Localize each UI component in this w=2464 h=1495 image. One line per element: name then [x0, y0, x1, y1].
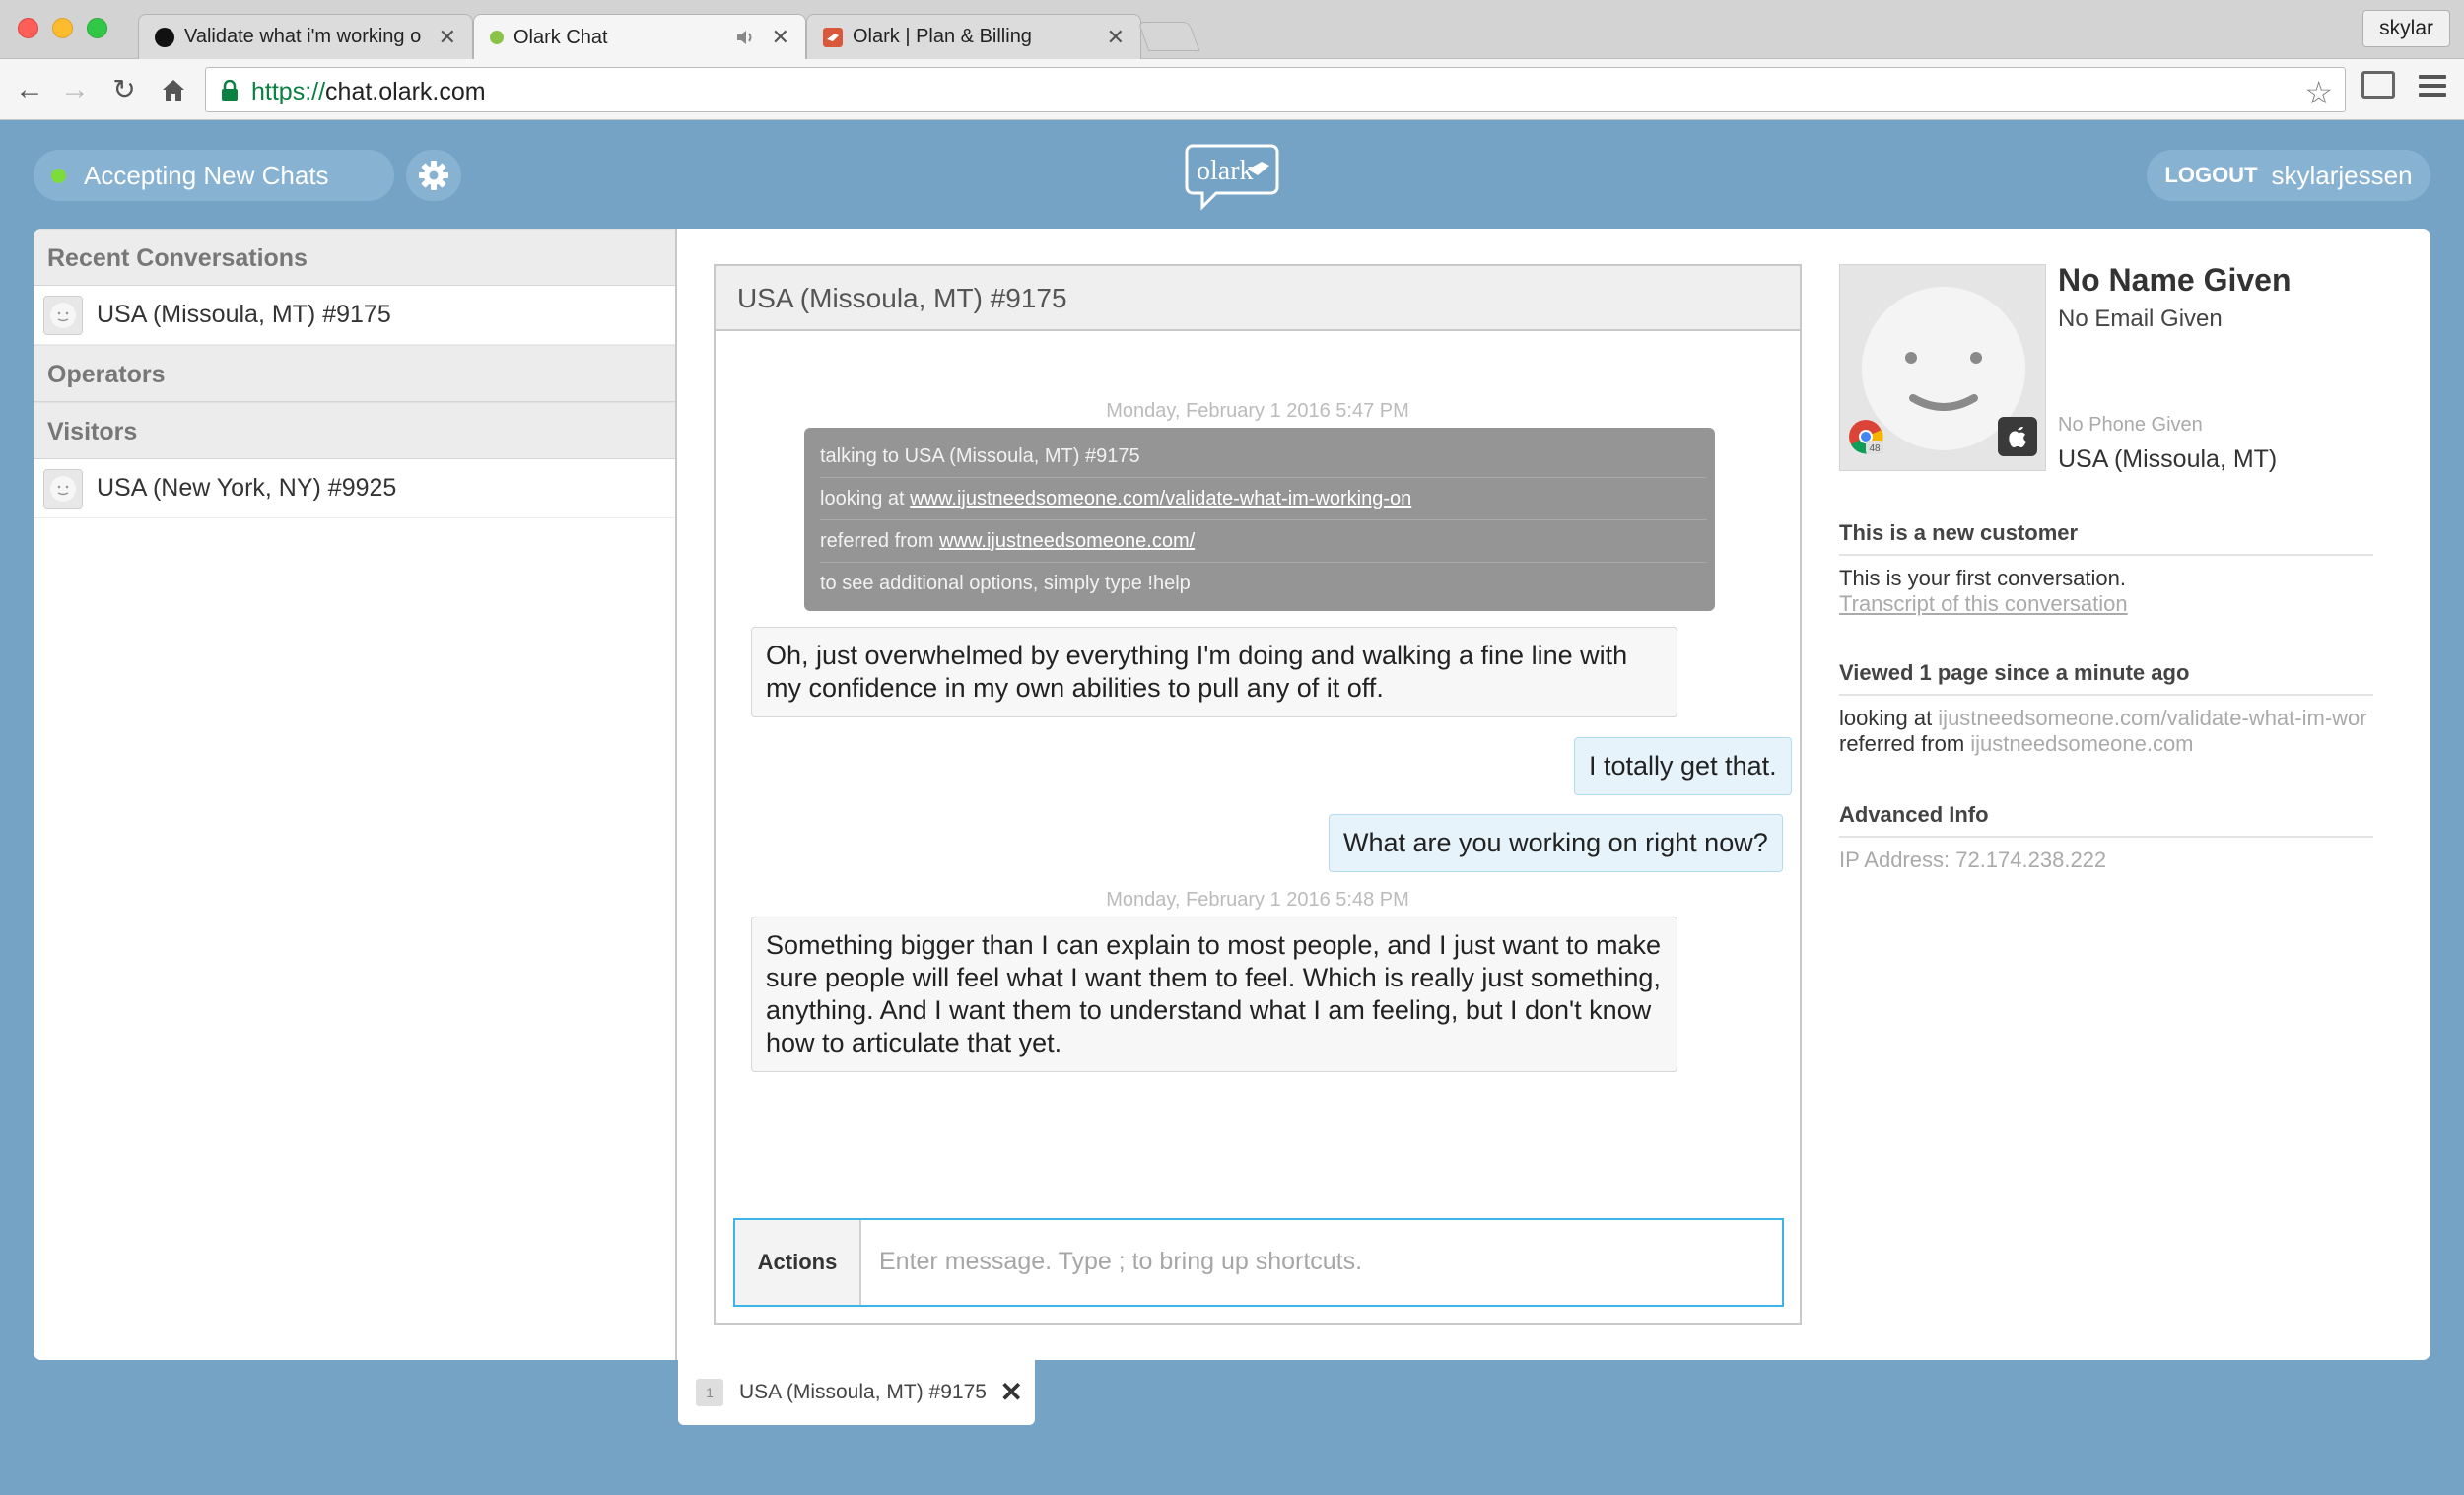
visitor-location: USA (Missoula, MT): [2058, 445, 2278, 473]
olark-favicon-icon: [490, 31, 504, 44]
message-input[interactable]: [879, 1232, 1766, 1291]
page-link[interactable]: www.ijustneedsomeone.com/validate-what-i…: [910, 488, 1411, 510]
talking-to-row: talking to USA (Missoula, MT) #9175: [820, 436, 1707, 478]
visitor-avatar-icon: [43, 468, 83, 509]
transcript-link[interactable]: Transcript of this conversation: [1839, 591, 2128, 617]
operator-message: What are you working on right now?: [1329, 814, 1783, 872]
username-label: skylarjessen: [2271, 160, 2413, 190]
speaker-icon: [736, 31, 752, 44]
home-icon[interactable]: [156, 72, 191, 107]
visitor-item[interactable]: USA (New York, NY) #9925: [34, 459, 675, 518]
ip-address: IP Address: 72.174.238.222: [1839, 848, 2107, 872]
first-conversation-text: This is your first conversation.: [1839, 566, 2126, 590]
olark-bird-favicon-icon: [823, 27, 843, 47]
message-composer: Actions: [733, 1218, 1784, 1307]
visitor-message: Oh, just overwhelmed by everything I'm d…: [751, 627, 1677, 717]
back-arrow-icon[interactable]: ←: [12, 72, 47, 107]
current-page-text: looking at ijustneedsomeone.com/validate…: [1839, 706, 2367, 730]
customer-section-title: This is a new customer: [1839, 520, 2373, 556]
close-tab-icon[interactable]: ✕: [439, 25, 456, 50]
url-text: https://chat.olark.com: [251, 78, 486, 105]
bookmark-star-icon[interactable]: ☆: [2304, 74, 2333, 111]
message-timestamp: Monday, February 1 2016 5:47 PM: [1106, 400, 1409, 422]
main-panel: Recent Conversations USA (Missoula, MT) …: [34, 229, 2430, 1360]
new-tab-button[interactable]: [1137, 22, 1200, 51]
status-dot-icon: [51, 168, 66, 183]
system-info-box: talking to USA (Missoula, MT) #9175 look…: [804, 428, 1715, 611]
recent-conversation-item[interactable]: USA (Missoula, MT) #9175: [34, 286, 675, 345]
olark-logo: olark: [1185, 144, 1279, 211]
visitor-name: No Name Given: [2058, 262, 2292, 298]
profile-button[interactable]: skylar: [2362, 10, 2450, 47]
browser-tab-strip: Validate what i'm working o ✕ Olark Chat…: [0, 0, 2464, 60]
tab-title: Validate what i'm working o: [184, 26, 422, 47]
referred-from-row: referred from www.ijustneedsomeone.com/: [820, 520, 1707, 563]
conversation-sidebar: Recent Conversations USA (Missoula, MT) …: [34, 229, 677, 1360]
zoom-window-button[interactable]: [87, 18, 107, 38]
conversation-label: USA (Missoula, MT) #9175: [97, 301, 391, 328]
lock-icon: [222, 80, 238, 101]
chrome-browser-icon: 48: [1849, 420, 1883, 454]
tab-title: Olark | Plan & Billing: [853, 26, 1032, 47]
browser-toolbar: ← → ↻ https://chat.olark.com ☆: [0, 59, 2464, 120]
visitor-label: USA (New York, NY) #9925: [97, 474, 397, 502]
tab-title: Olark Chat: [513, 26, 608, 48]
referrer-link[interactable]: www.ijustneedsomeone.com/: [939, 530, 1195, 552]
looking-at-row: looking at www.ijustneedsomeone.com/vali…: [820, 478, 1707, 520]
recent-conversations-header: Recent Conversations: [34, 229, 675, 286]
message-timestamp: Monday, February 1 2016 5:48 PM: [1106, 889, 1409, 911]
open-chat-tab[interactable]: 1 USA (Missoula, MT) #9175 ✕: [678, 1360, 1035, 1425]
user-menu[interactable]: LOGOUT skylarjessen: [2147, 150, 2430, 201]
visitor-email: No Email Given: [2058, 306, 2223, 332]
operator-message: I totally get that.: [1574, 737, 1792, 795]
visitor-phone: No Phone Given: [2058, 414, 2203, 436]
gear-icon: [419, 161, 448, 190]
browser-tab-validate[interactable]: Validate what i'm working o ✕: [138, 14, 473, 59]
browser-menu-icon[interactable]: [2419, 75, 2446, 102]
forward-arrow-icon[interactable]: →: [57, 72, 93, 107]
advanced-info-title: Advanced Info: [1839, 802, 2373, 838]
chat-window: USA (Missoula, MT) #9175 Monday, Februar…: [714, 264, 1802, 1325]
visitor-message: Something bigger than I can explain to m…: [751, 917, 1677, 1072]
visitor-avatar: 48: [1839, 264, 2046, 471]
reload-icon[interactable]: ↻: [106, 72, 142, 107]
logout-button[interactable]: LOGOUT: [2164, 163, 2257, 188]
status-label: Accepting New Chats: [84, 160, 329, 190]
actions-button[interactable]: Actions: [735, 1220, 861, 1305]
close-window-button[interactable]: [18, 18, 38, 38]
operators-header: Operators: [34, 345, 675, 402]
referrer-text: referred from ijustneedsomeone.com: [1839, 731, 2194, 756]
site-favicon-icon: [155, 27, 174, 47]
svg-text:48: 48: [1869, 443, 1881, 454]
visitors-header: Visitors: [34, 402, 675, 459]
chat-title: USA (Missoula, MT) #9175: [716, 266, 1800, 331]
address-bar[interactable]: https://chat.olark.com ☆: [205, 67, 2346, 112]
help-hint-row: to see additional options, simply type !…: [820, 573, 1191, 594]
browser-tab-olark-chat[interactable]: Olark Chat ✕: [473, 14, 806, 60]
chat-tab-label: USA (Missoula, MT) #9175: [739, 1381, 987, 1403]
settings-button[interactable]: [406, 150, 461, 201]
cast-icon[interactable]: [2361, 71, 2395, 99]
browser-tab-plan-billing[interactable]: Olark | Plan & Billing ✕: [806, 14, 1141, 59]
svg-text:olark: olark: [1197, 156, 1254, 186]
visitor-avatar-icon: [43, 295, 83, 335]
close-chat-tab-icon[interactable]: ✕: [1000, 1376, 1023, 1408]
close-tab-icon[interactable]: ✕: [1107, 25, 1125, 50]
minimize-window-button[interactable]: [52, 18, 73, 38]
close-tab-icon[interactable]: ✕: [772, 25, 789, 50]
chat-tab-number: 1: [696, 1379, 723, 1406]
apple-os-icon: [1998, 417, 2037, 456]
chat-status-toggle[interactable]: Accepting New Chats: [34, 150, 394, 201]
viewed-section-title: Viewed 1 page since a minute ago: [1839, 660, 2373, 696]
